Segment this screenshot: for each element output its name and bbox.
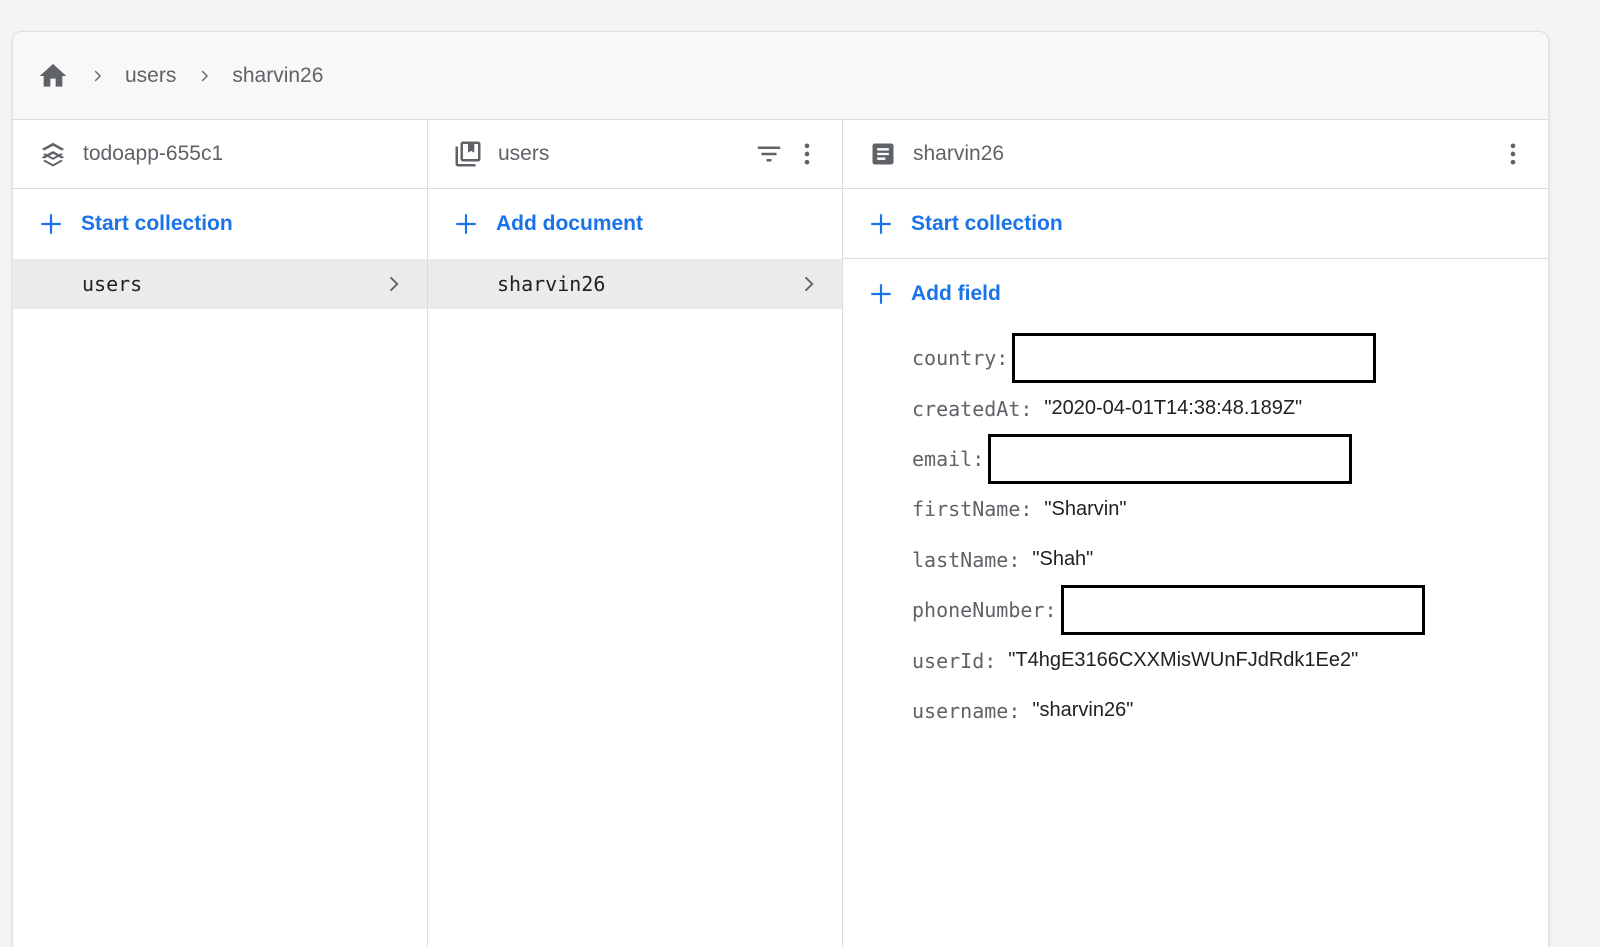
firestore-panel: users sharvin26 todoapp-655c1 Start coll… [12,31,1549,947]
chevron-right-icon [87,66,107,86]
collection-item-users[interactable]: users [13,259,427,309]
document-icon [867,138,899,170]
field-key: email [912,446,973,471]
field-key: phoneNumber [912,598,1045,623]
list-item-label: sharvin26 [497,272,606,296]
document-fields: country: createdAt: "2020-04-01T14:38:48… [843,329,1548,736]
field-value: "2020-04-01T14:38:48.189Z" [1044,397,1303,420]
start-collection-label: Start collection [911,211,1063,235]
root-column: todoapp-655c1 Start collection users [13,120,428,947]
field-key: firstName [912,497,1021,522]
document-column-header: sharvin26 [843,120,1548,189]
plus-icon [867,210,895,238]
field-email[interactable]: email: [912,433,1548,484]
field-value: "Shah" [1032,548,1094,571]
collection-column: users Add document sharvin26 [428,120,843,947]
collection-header-actions [754,120,822,188]
plus-icon [452,210,480,238]
chevron-right-icon [194,66,214,86]
field-createdAt[interactable]: createdAt: "2020-04-01T14:38:48.189Z" [912,383,1548,433]
add-field-label: Add field [911,282,1001,305]
data-columns: todoapp-655c1 Start collection users use… [13,120,1548,947]
breadcrumb-item-document[interactable]: sharvin26 [232,64,323,88]
redacted-value [1012,333,1377,384]
redacted-value [1060,585,1425,636]
field-country[interactable]: country: [912,333,1548,384]
collection-column-header: users [428,120,842,189]
field-key: createdAt [912,396,1021,421]
firestore-layers-icon [37,138,69,170]
document-title: sharvin26 [913,142,1005,165]
field-value: "Sharvin" [1044,497,1127,520]
document-column: sharvin26 Start collection Add field cou… [843,120,1548,947]
start-collection-button[interactable]: Start collection [843,189,1548,259]
breadcrumb: users sharvin26 [13,32,1548,120]
project-title: todoapp-655c1 [83,142,224,165]
collection-icon [452,138,484,170]
plus-icon [37,210,65,238]
field-key: username [912,698,1009,723]
field-value: "T4hgE3166CXXMisWUnFJdRdk1Ee2" [1008,649,1359,672]
add-field-button[interactable]: Add field [843,259,1548,329]
field-lastName[interactable]: lastName: "Shah" [912,535,1548,585]
field-userId[interactable]: userId: "T4hgE3166CXXMisWUnFJdRdk1Ee2" [912,635,1548,685]
home-icon[interactable] [37,60,69,92]
field-key: userId [912,648,985,673]
add-document-button[interactable]: Add document [428,189,842,259]
field-value: "sharvin26" [1032,699,1134,722]
field-username[interactable]: username: "sharvin26" [912,686,1548,736]
document-item-sharvin26[interactable]: sharvin26 [428,259,842,309]
start-collection-label: Start collection [81,212,233,235]
field-firstName[interactable]: firstName: "Sharvin" [912,484,1548,534]
field-key: lastName [912,547,1009,572]
root-column-header: todoapp-655c1 [13,120,427,189]
document-header-actions [1498,120,1528,188]
chevron-right-icon [796,272,820,296]
filter-icon[interactable] [754,139,784,169]
more-vert-icon[interactable] [792,139,822,169]
redacted-value [988,433,1353,484]
more-vert-icon[interactable] [1498,139,1528,169]
list-item-label: users [82,272,143,296]
chevron-right-icon [381,272,405,296]
add-document-label: Add document [496,212,643,235]
field-phoneNumber[interactable]: phoneNumber: [912,585,1548,636]
start-collection-button[interactable]: Start collection [13,189,427,259]
collection-title: users [498,142,550,165]
breadcrumb-item-users[interactable]: users [125,64,176,88]
field-key: country [912,346,997,371]
plus-icon [867,280,895,308]
